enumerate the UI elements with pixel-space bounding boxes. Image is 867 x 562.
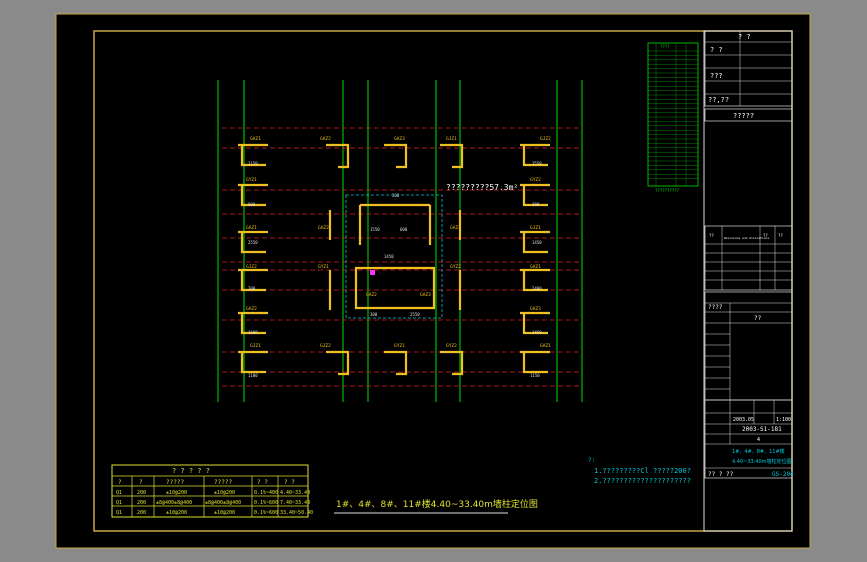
legend-cell: ±10@200	[166, 510, 187, 516]
dimension-label: 1100	[248, 373, 258, 378]
column-label: GAZ2	[246, 306, 257, 312]
plan-title: 1#、4#、8#、11#楼4.40~33.40m墙柱定位图	[336, 498, 538, 510]
column-label: GYZ1	[246, 177, 257, 183]
sheet-total: ?? ? ??	[708, 471, 734, 478]
legend-cell: 0.1%~400	[254, 490, 278, 496]
dimension-label: 1450	[532, 240, 542, 245]
dimension-label: 1600	[248, 330, 258, 335]
column-label: GJZ1	[250, 343, 261, 349]
dimension-label: 2550	[248, 240, 258, 245]
dimension-label: 2400	[532, 286, 542, 291]
column-label: GAZ2	[320, 136, 331, 142]
title-block-row4: ??,??	[708, 96, 729, 104]
legend-cell: 33.40~50.40	[280, 510, 313, 516]
legend-cell: 200	[137, 490, 146, 496]
column-label: GJZ1	[446, 136, 457, 142]
dimension-label: 1150	[248, 161, 258, 166]
title-block-row1: ? ?	[738, 33, 751, 41]
title-block-row2: ? ?	[710, 46, 723, 54]
legend-cell: 200	[137, 510, 146, 516]
legend-cell: Q1	[116, 510, 122, 516]
dimension-label: 2550	[410, 312, 420, 317]
column-label: GAZ3	[420, 292, 431, 298]
column-label: GYZ2	[446, 343, 457, 349]
column-label: GAZ1	[250, 136, 261, 142]
legend-cell: Q1	[116, 490, 122, 496]
legend-cell: ±10@200	[214, 490, 235, 496]
scale-value: 1:100	[776, 417, 791, 423]
legend-cell: ±10@200	[214, 510, 235, 516]
core-magenta-mark	[370, 270, 375, 275]
legend-header-2: ?????	[166, 479, 184, 486]
notes-line-2: 2.?????????????????????	[594, 477, 691, 485]
column-label: GAZ2	[366, 292, 377, 298]
legend-cell: ±8@400±8@400	[205, 500, 241, 506]
column-label: GAZ1	[540, 343, 551, 349]
rev-header-3: ??	[778, 233, 783, 238]
cad-drawing[interactable]: GAZ1 GAZ2 GAZ3 GJZ1 GJZ2 GYZ1 GYZ2 GAZ1 GAZ2 GAZ3…	[0, 0, 867, 562]
title-block-row3: ???	[710, 72, 723, 80]
rev-header-2: ??	[763, 233, 768, 238]
drawing-no: GS-204	[772, 471, 794, 478]
sheet-title-2: 4.40~33.40m墙柱定位图	[732, 458, 792, 465]
dimension-label: 300	[370, 312, 378, 317]
column-label: GJZ2	[540, 136, 551, 142]
dimension-label: 600	[400, 227, 408, 232]
cad-viewport[interactable]: GAZ1 GAZ2 GAZ3 GJZ1 GJZ2 GYZ1 GYZ2 GAZ1 GAZ2 GAZ3…	[0, 0, 867, 562]
legend-header-1: ?	[139, 479, 143, 486]
legend-header-0: ?	[118, 479, 122, 486]
project-name: ?????	[733, 112, 754, 120]
column-label: GAZ1	[246, 225, 257, 231]
legend-cell: ±10@200	[166, 490, 187, 496]
dimension-label: 200	[248, 286, 256, 291]
dimension-label: 3450	[532, 330, 542, 335]
column-label: GJZ2	[246, 264, 257, 270]
date-value: 2003.05	[733, 417, 754, 423]
legend-cell: ±8@400±8@400	[156, 500, 192, 506]
notes-header: ?:	[588, 457, 595, 464]
level-table-footer: ??????????	[655, 188, 680, 193]
level-table-header: ????	[660, 44, 670, 49]
column-label: GAZ3	[394, 136, 405, 142]
legend-cell: Q1	[116, 500, 122, 506]
column-label: GAZ3	[450, 225, 461, 231]
legend-cell: 7.40~33.40	[280, 500, 310, 506]
legend-table-title: ? ? ? ? ?	[172, 467, 210, 475]
column-label: GAZ1	[530, 264, 541, 270]
area-note: ?????????57.3m²	[446, 183, 518, 192]
column-label: GYZ1	[318, 264, 329, 270]
dimension-label: 1450	[384, 254, 394, 259]
dimension-label: 1150	[530, 373, 540, 378]
legend-cell: 0.1%~600	[254, 500, 278, 506]
rev-header-0: ??	[709, 233, 714, 238]
approve-label: ??	[754, 315, 762, 322]
column-label: GAZ2	[318, 225, 329, 231]
dimension-label: 300	[532, 202, 540, 207]
column-label: GYZ1	[394, 343, 405, 349]
legend-header-5: ? ?	[284, 479, 295, 486]
dimension-label: 1550	[370, 227, 380, 232]
legend-header-3: ?????	[214, 479, 232, 486]
legend-cell: 4.40~33.40	[280, 490, 310, 496]
dimension-label: 200	[392, 193, 400, 198]
column-label: GYZ2	[530, 177, 541, 183]
legend-header-4: ? ?	[257, 479, 268, 486]
version-value: 4	[757, 437, 760, 443]
legend-cell: 0.1%~600	[254, 510, 278, 516]
column-label: GJZ2	[320, 343, 331, 349]
design-label: ????	[708, 304, 723, 311]
dimension-label: 1550	[532, 161, 542, 166]
column-label: GYZ2	[450, 264, 461, 270]
legend-cell: 200	[137, 500, 146, 506]
column-label: GJZ1	[530, 225, 541, 231]
notes-line-1: 1.?????????Cl ?????200?	[594, 467, 691, 475]
sheet-no: 2003-S1-181	[742, 426, 782, 433]
sheet-title-1: 1#、4#、8#、11#楼	[732, 448, 785, 455]
column-label: GAZ3	[530, 306, 541, 312]
dimension-label: 600	[248, 202, 256, 207]
